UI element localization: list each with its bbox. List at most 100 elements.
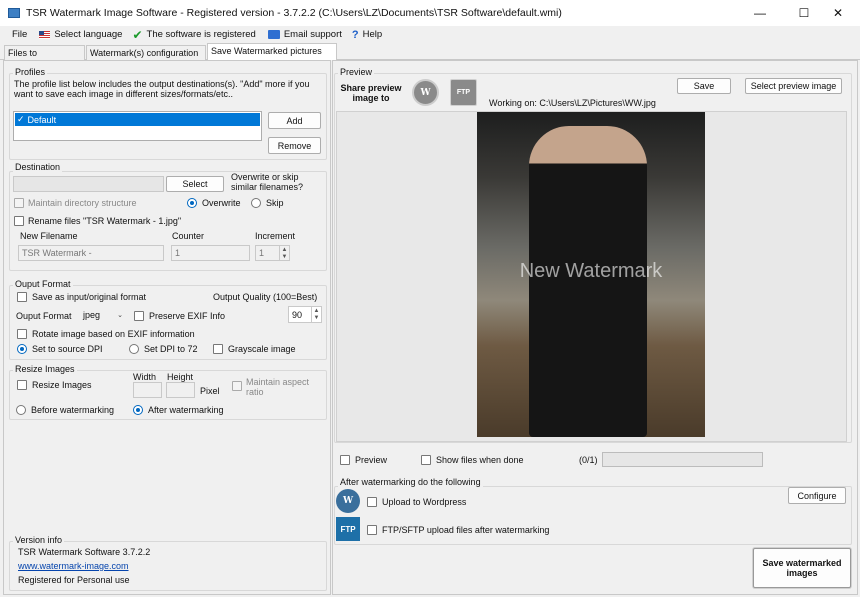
- ftp-upload-label: FTP/SFTP upload files after watermarking: [382, 525, 550, 535]
- configure-button[interactable]: Configure: [788, 487, 846, 504]
- ftp-icon: FTP: [336, 517, 360, 541]
- rename-files-label: Rename files "TSR Watermark - 1.jpg": [28, 216, 182, 226]
- overwrite-label: Overwrite: [202, 198, 241, 208]
- app-icon: [8, 8, 20, 18]
- rotate-exif-checkbox[interactable]: [17, 329, 27, 339]
- upload-wordpress-label: Upload to Wordpress: [382, 497, 467, 507]
- wordpress-share-icon[interactable]: W: [412, 79, 439, 106]
- maintain-structure-label: Maintain directory structure: [28, 198, 137, 208]
- add-profile-button[interactable]: Add: [268, 112, 321, 129]
- progress-count: (0/1): [579, 455, 598, 465]
- select-preview-image-button[interactable]: Select preview image: [745, 78, 842, 94]
- increment-label: Increment: [255, 231, 296, 241]
- resize-label: Resize Images: [13, 364, 77, 374]
- overwrite-radio[interactable]: [187, 198, 197, 208]
- email-icon: [267, 30, 280, 39]
- show-files-label: Show files when done: [436, 455, 524, 465]
- watermark-text: New Watermark: [519, 260, 663, 282]
- grayscale-label: Grayscale image: [228, 344, 296, 354]
- save-as-input-label: Save as input/original format: [32, 292, 147, 302]
- after-watermarking-label: After watermarking: [148, 405, 224, 415]
- help-icon: ?: [351, 28, 359, 41]
- green-check-icon: ✔: [132, 27, 143, 42]
- resize-checkbox[interactable]: [17, 380, 27, 390]
- maintain-aspect-checkbox[interactable]: [232, 381, 242, 391]
- menu-registered[interactable]: ✔ The software is registered: [132, 28, 255, 42]
- quality-label: Output Quality (100=Best): [213, 292, 318, 302]
- working-on-text: Working on: C:\Users\LZ\Pictures\WW.jpg: [489, 98, 656, 108]
- new-filename-label: New Filename: [20, 231, 78, 241]
- after-watermarking-radio[interactable]: [133, 405, 143, 415]
- output-format-label: Ouput Format: [13, 279, 73, 289]
- destination-path-field[interactable]: [13, 176, 164, 192]
- pixel-label: Pixel: [200, 386, 220, 396]
- menu-bar: File Select language ✔ The software is r…: [0, 26, 860, 43]
- width-field[interactable]: [133, 382, 162, 398]
- remove-profile-button[interactable]: Remove: [268, 137, 321, 154]
- counter-label: Counter: [172, 231, 205, 241]
- tab-save-as[interactable]: Save Watermarked pictures as: [207, 43, 337, 70]
- save-preview-button[interactable]: Save: [677, 78, 731, 94]
- ftp-upload-checkbox[interactable]: [367, 525, 377, 535]
- close-button[interactable]: ✕: [818, 0, 858, 26]
- skip-radio[interactable]: [251, 198, 261, 208]
- ftp-share-icon[interactable]: FTP: [450, 79, 477, 106]
- profile-item-default[interactable]: ✓ Default: [15, 113, 260, 126]
- quality-spinner[interactable]: ▲ ▼: [311, 307, 321, 322]
- preview-checkbox-label: Preview: [355, 455, 388, 465]
- width-label: Width: [133, 372, 157, 382]
- progress-bar: [602, 452, 763, 467]
- preserve-exif-checkbox[interactable]: [134, 311, 144, 321]
- tab-files[interactable]: Files to watermark: [4, 45, 85, 72]
- rotate-exif-label: Rotate image based on EXIF information: [32, 329, 195, 339]
- increment-spinner[interactable]: ▲ ▼: [279, 246, 289, 260]
- version-label: Version info: [13, 535, 65, 545]
- menu-help[interactable]: ? Help: [352, 29, 382, 41]
- quality-field[interactable]: 90 ▲ ▼: [288, 306, 322, 323]
- minimize-button[interactable]: —: [740, 0, 780, 26]
- window-title: TSR Watermark Image Software - Registere…: [26, 7, 562, 19]
- menu-select-language[interactable]: Select language: [39, 29, 122, 40]
- before-watermarking-label: Before watermarking: [31, 405, 115, 415]
- website-link[interactable]: www.watermark-image.com: [18, 561, 129, 571]
- save-watermarked-images-button[interactable]: Save watermarked images: [753, 548, 851, 588]
- grayscale-checkbox[interactable]: [213, 344, 223, 354]
- preview-checkbox[interactable]: [340, 455, 350, 465]
- source-dpi-radio[interactable]: [17, 344, 27, 354]
- tab-watermark-config[interactable]: Watermark(s) configuration: [86, 45, 206, 60]
- menu-email-support[interactable]: Email support: [267, 29, 342, 40]
- new-filename-field[interactable]: TSR Watermark -: [18, 245, 164, 261]
- preview-image: New Watermark: [477, 112, 705, 437]
- profile-list[interactable]: ✓ Default: [13, 111, 262, 141]
- format-dropdown[interactable]: jpeg ⌄: [79, 308, 127, 322]
- select-destination-button[interactable]: Select: [166, 176, 224, 192]
- rename-files-checkbox[interactable]: [14, 216, 24, 226]
- format-label: Ouput Format: [16, 311, 72, 321]
- share-preview-label: Share preview image to: [340, 83, 402, 103]
- us-flag-icon: [39, 30, 51, 39]
- dpi72-label: Set DPI to 72: [144, 344, 198, 354]
- height-field[interactable]: [166, 382, 195, 398]
- menu-file[interactable]: File: [12, 29, 27, 40]
- destination-label: Destination: [13, 162, 63, 172]
- before-watermarking-radio[interactable]: [16, 405, 26, 415]
- version-name: TSR Watermark Software 3.7.2.2: [18, 547, 151, 557]
- maintain-aspect-label: Maintain aspect ratio: [246, 377, 310, 397]
- after-watermarking-group: [334, 486, 852, 545]
- preview-label: Preview: [338, 67, 375, 77]
- upload-wordpress-checkbox[interactable]: [367, 497, 377, 507]
- dpi72-radio[interactable]: [129, 344, 139, 354]
- profiles-description: The profile list below includes the outp…: [14, 79, 310, 99]
- counter-field[interactable]: 1: [171, 245, 250, 261]
- increment-field[interactable]: 1 ▲ ▼: [255, 245, 290, 261]
- height-label: Height: [167, 372, 194, 382]
- show-files-checkbox[interactable]: [421, 455, 431, 465]
- checkmark-icon: ✓: [17, 114, 25, 124]
- after-watermarking-label: After watermarking do the following: [338, 477, 483, 487]
- maintain-structure-checkbox[interactable]: [14, 198, 24, 208]
- save-as-input-checkbox[interactable]: [17, 292, 27, 302]
- wordpress-icon: W: [336, 489, 360, 513]
- chevron-down-icon: ⌄: [117, 312, 123, 319]
- preserve-exif-label: Preserve EXIF Info: [149, 311, 226, 321]
- overwrite-question: Overwrite or skip similar filenames?: [231, 172, 304, 192]
